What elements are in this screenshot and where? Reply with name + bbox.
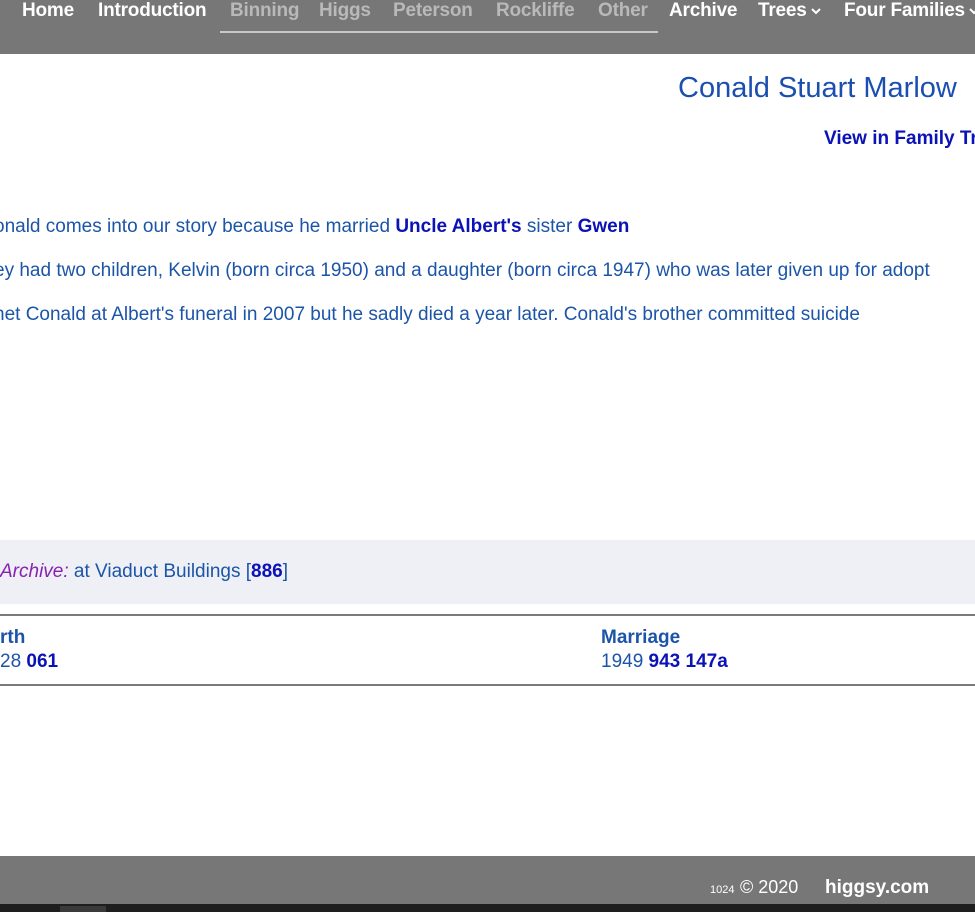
birth-year: 28 xyxy=(0,651,27,672)
footer-copyright: © 2020 xyxy=(740,877,799,897)
marriage-ref-link[interactable]: 943 147a xyxy=(649,651,728,672)
archive-location: at Viaduct Buildings [ xyxy=(68,561,252,582)
nav-introduction[interactable]: Introduction xyxy=(98,0,207,24)
nav-underline xyxy=(220,31,658,33)
nav-home[interactable]: Home xyxy=(22,0,74,24)
nav-four-families-label: Four Families xyxy=(844,0,965,21)
footer-page-count: 1024 xyxy=(710,884,735,896)
birth-ref-link[interactable]: 061 xyxy=(26,651,58,672)
archive-line: Archive: at Viaduct Buildings [886] xyxy=(0,561,288,583)
nav-binning[interactable]: Binning xyxy=(230,0,300,24)
chevron-down-icon xyxy=(969,8,975,15)
nav-four-families[interactable]: Four Families xyxy=(844,0,975,24)
page-title: Conald Stuart Marlow xyxy=(678,72,957,104)
view-family-tree-link[interactable]: View in Family Tr xyxy=(824,128,975,150)
story-paragraph-1: onald comes into our story because he ma… xyxy=(0,216,629,238)
story-paragraph-2: ey had two children, Kelvin (born circa … xyxy=(0,260,930,281)
gwen-link[interactable]: Gwen xyxy=(578,216,630,237)
story-p1-middle: sister xyxy=(521,216,578,237)
records-bottom-rule xyxy=(0,684,975,686)
records-top-rule xyxy=(0,614,975,616)
archive-band: Archive: at Viaduct Buildings [886] xyxy=(0,540,975,604)
footer-site-link[interactable]: higgsy.com xyxy=(825,877,929,899)
story-paragraph-3: net Conald at Albert's funeral in 2007 b… xyxy=(0,304,860,325)
story-p1-text: onald comes into our story because he ma… xyxy=(0,216,396,237)
nav-archive[interactable]: Archive xyxy=(669,0,738,24)
marriage-year: 1949 xyxy=(601,651,649,672)
uncle-albert-link[interactable]: Uncle Albert's xyxy=(395,216,521,237)
nav-peterson[interactable]: Peterson xyxy=(393,0,473,24)
bottom-strip xyxy=(0,904,975,912)
chevron-down-icon xyxy=(810,8,821,15)
bottom-strip-block xyxy=(60,906,106,912)
nav-rockliffe[interactable]: Rockliffe xyxy=(496,0,575,24)
nav-other[interactable]: Other xyxy=(598,0,648,24)
archive-close: ] xyxy=(282,561,288,582)
top-nav: Home Introduction Binning Higgs Peterson… xyxy=(0,0,975,54)
birth-record: 28 061 xyxy=(0,651,58,673)
footer: 1024 © 2020 higgsy.com xyxy=(0,856,975,904)
archive-number-link[interactable]: 886 xyxy=(251,561,283,582)
birth-heading: rth xyxy=(0,627,26,648)
nav-trees-label: Trees xyxy=(758,0,807,21)
marriage-record: 1949 943 147a xyxy=(601,651,728,673)
archive-label: Archive: xyxy=(0,561,69,582)
nav-higgs[interactable]: Higgs xyxy=(319,0,371,24)
nav-trees[interactable]: Trees xyxy=(758,0,821,24)
marriage-heading: Marriage xyxy=(601,627,681,648)
